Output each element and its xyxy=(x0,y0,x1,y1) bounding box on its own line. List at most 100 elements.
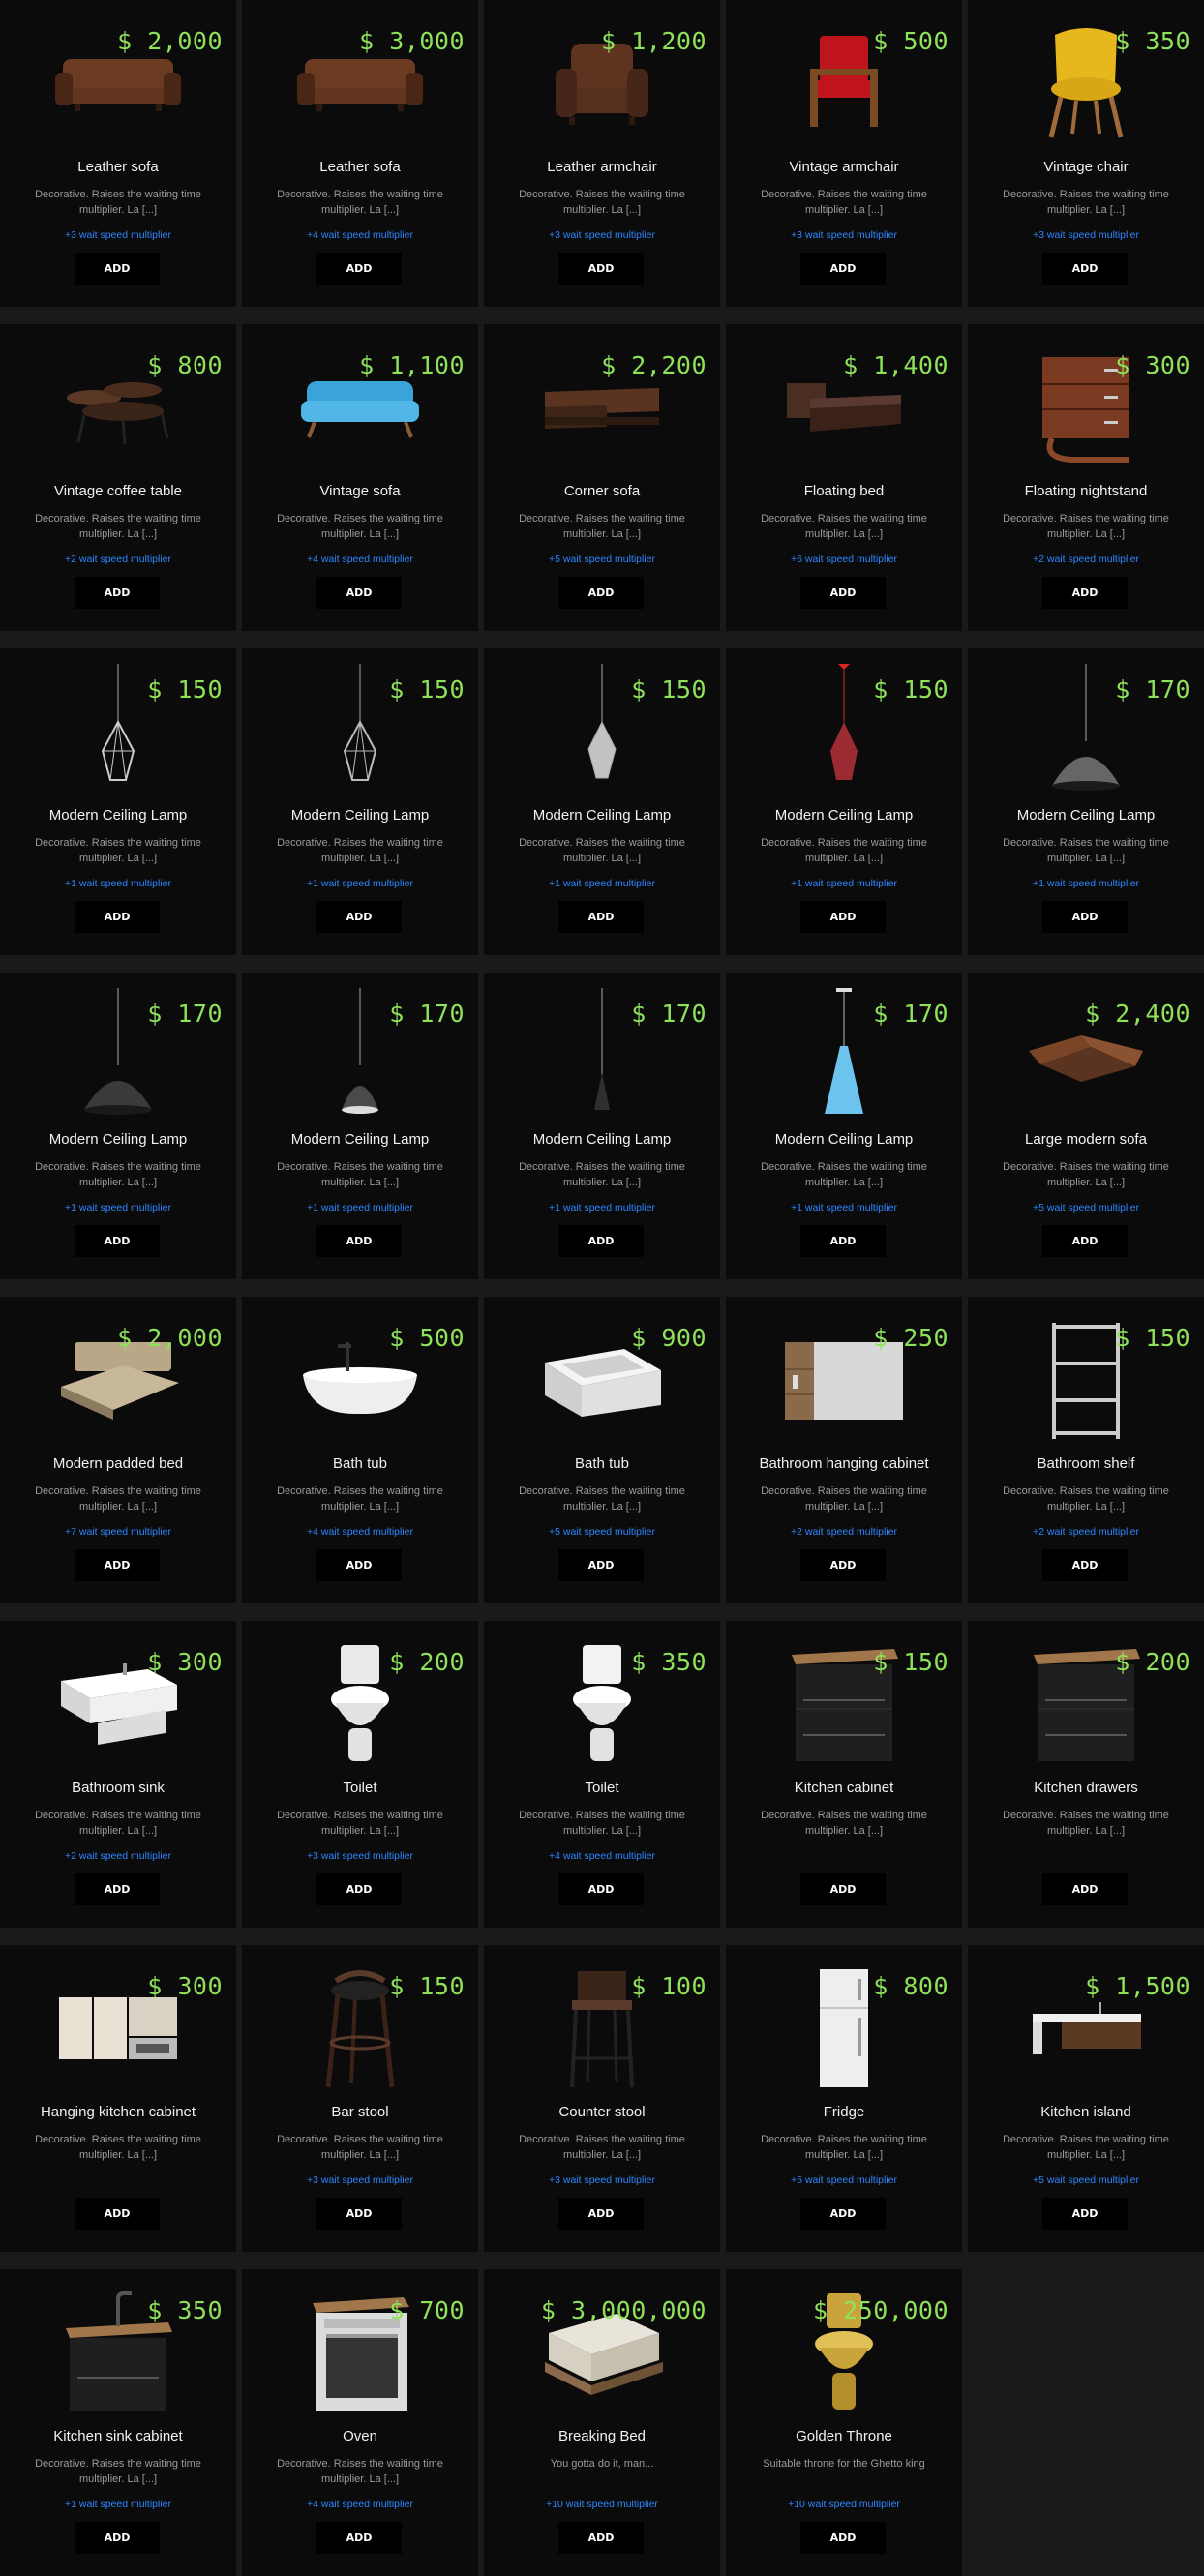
add-button[interactable]: ADD xyxy=(316,1873,402,1905)
product-multiplier: +3 wait speed multiplier xyxy=(64,229,171,241)
product-card: $ 1,500 Kitchen island Decorative. Raise… xyxy=(968,1945,1204,2252)
add-button[interactable]: ADD xyxy=(558,1225,644,1257)
add-button[interactable]: ADD xyxy=(800,253,886,285)
product-multiplier: +2 wait speed multiplier xyxy=(64,554,171,565)
product-card: $ 2,000 Modern padded bed Decorative. Ra… xyxy=(0,1297,236,1603)
product-description: Decorative. Raises the waiting time mult… xyxy=(519,1810,685,1837)
add-button[interactable]: ADD xyxy=(316,1225,402,1257)
product-name: Toilet xyxy=(343,1780,377,1796)
product-description: Decorative. Raises the waiting time mult… xyxy=(519,1161,685,1188)
add-button[interactable]: ADD xyxy=(316,1549,402,1581)
product-price: $ 150 xyxy=(389,1972,465,2000)
product-multiplier: +10 wait speed multiplier xyxy=(788,2499,900,2510)
add-button[interactable]: ADD xyxy=(558,577,644,609)
product-name: Modern Ceiling Lamp xyxy=(532,1131,672,1148)
add-button[interactable]: ADD xyxy=(316,2522,402,2554)
add-button[interactable]: ADD xyxy=(1042,577,1128,609)
product-description: Decorative. Raises the waiting time mult… xyxy=(277,189,443,216)
product-card: $ 170 Modern Ceiling Lamp Decorative. Ra… xyxy=(242,973,478,1279)
add-button[interactable]: ADD xyxy=(800,901,886,933)
product-price: $ 170 xyxy=(389,1000,465,1028)
product-price: $ 500 xyxy=(389,1324,465,1352)
add-button[interactable]: ADD xyxy=(1042,1549,1128,1581)
product-name: Floating nightstand xyxy=(1024,483,1148,499)
add-button[interactable]: ADD xyxy=(75,577,160,609)
product-price: $ 1,200 xyxy=(601,27,707,55)
product-multiplier: +4 wait speed multiplier xyxy=(306,1526,413,1538)
product-card: $ 170 Modern Ceiling Lamp Decorative. Ra… xyxy=(0,973,236,1279)
product-description: Suitable throne for the Ghetto king xyxy=(763,2458,925,2470)
product-multiplier: +4 wait speed multiplier xyxy=(306,554,413,565)
product-card: $ 2,200 Corner sofa Decorative. Raises t… xyxy=(484,324,720,631)
product-price: $ 2,000 xyxy=(117,27,223,55)
product-price: $ 150 xyxy=(1115,1324,1190,1352)
product-card: $ 170 Modern Ceiling Lamp Decorative. Ra… xyxy=(726,973,962,1279)
product-name: Bath tub xyxy=(333,1455,387,1472)
product-card: $ 800 Vintage coffee table Decorative. R… xyxy=(0,324,236,631)
add-button[interactable]: ADD xyxy=(75,2198,160,2230)
product-multiplier: +4 wait speed multiplier xyxy=(548,1850,655,1862)
add-button[interactable]: ADD xyxy=(1042,1873,1128,1905)
add-button[interactable]: ADD xyxy=(558,901,644,933)
product-card: $ 700 Oven Decorative. Raises the waitin… xyxy=(242,2269,478,2576)
product-name: Corner sofa xyxy=(563,483,641,499)
product-price: $ 200 xyxy=(1115,1648,1190,1676)
add-button[interactable]: ADD xyxy=(1042,253,1128,285)
product-multiplier: +1 wait speed multiplier xyxy=(548,1202,655,1213)
product-description: Decorative. Raises the waiting time mult… xyxy=(35,2134,201,2161)
product-description: Decorative. Raises the waiting time mult… xyxy=(35,1485,201,1513)
add-button[interactable]: ADD xyxy=(1042,2198,1128,2230)
add-button[interactable]: ADD xyxy=(75,1873,160,1905)
add-button[interactable]: ADD xyxy=(800,1549,886,1581)
add-button[interactable]: ADD xyxy=(75,1549,160,1581)
product-card: $ 900 Bath tub Decorative. Raises the wa… xyxy=(484,1297,720,1603)
product-multiplier: +5 wait speed multiplier xyxy=(1032,2174,1139,2186)
add-button[interactable]: ADD xyxy=(558,2522,644,2554)
add-button[interactable]: ADD xyxy=(316,901,402,933)
add-button[interactable]: ADD xyxy=(800,577,886,609)
add-button[interactable]: ADD xyxy=(316,2198,402,2230)
product-multiplier: +4 wait speed multiplier xyxy=(306,2499,413,2510)
product-multiplier: +10 wait speed multiplier xyxy=(546,2499,658,2510)
product-name: Kitchen sink cabinet xyxy=(53,2428,183,2444)
add-button[interactable]: ADD xyxy=(558,1873,644,1905)
product-name: Bathroom sink xyxy=(72,1780,165,1796)
add-button[interactable]: ADD xyxy=(75,253,160,285)
add-button[interactable]: ADD xyxy=(800,1225,886,1257)
product-description: Decorative. Raises the waiting time mult… xyxy=(519,2134,685,2161)
add-button[interactable]: ADD xyxy=(75,1225,160,1257)
add-button[interactable]: ADD xyxy=(316,577,402,609)
product-multiplier: +5 wait speed multiplier xyxy=(790,2174,897,2186)
product-card: $ 350 Toilet Decorative. Raises the wait… xyxy=(484,1621,720,1928)
add-button[interactable]: ADD xyxy=(316,253,402,285)
product-card: $ 800 Fridge Decorative. Raises the wait… xyxy=(726,1945,962,2252)
add-button[interactable]: ADD xyxy=(75,2522,160,2554)
product-card: $ 500 Vintage armchair Decorative. Raise… xyxy=(726,0,962,307)
add-button[interactable]: ADD xyxy=(1042,901,1128,933)
product-name: Leather sofa xyxy=(77,159,159,175)
add-button[interactable]: ADD xyxy=(800,2198,886,2230)
product-name: Modern Ceiling Lamp xyxy=(48,807,188,824)
product-card: $ 250,000 Golden Throne Suitable throne … xyxy=(726,2269,962,2576)
product-price: $ 800 xyxy=(147,351,223,379)
add-button[interactable]: ADD xyxy=(800,2522,886,2554)
add-button[interactable]: ADD xyxy=(75,901,160,933)
product-name: Modern Ceiling Lamp xyxy=(532,807,672,824)
product-multiplier: +1 wait speed multiplier xyxy=(790,878,897,889)
product-multiplier: +5 wait speed multiplier xyxy=(548,1526,655,1538)
product-card: $ 1,400 Floating bed Decorative. Raises … xyxy=(726,324,962,631)
product-description: Decorative. Raises the waiting time mult… xyxy=(35,189,201,216)
add-button[interactable]: ADD xyxy=(1042,1225,1128,1257)
product-name: Modern padded bed xyxy=(52,1455,184,1472)
product-price: $ 350 xyxy=(1115,27,1190,55)
furniture-shop-grid: $ 2,000 Leather sofa Decorative. Raises … xyxy=(0,0,1204,2576)
product-card: $ 150 Kitchen cabinet Decorative. Raises… xyxy=(726,1621,962,1928)
add-button[interactable]: ADD xyxy=(558,2198,644,2230)
product-description: Decorative. Raises the waiting time mult… xyxy=(277,2134,443,2161)
add-button[interactable]: ADD xyxy=(800,1873,886,1905)
add-button[interactable]: ADD xyxy=(558,1549,644,1581)
product-card: $ 3,000,000 Breaking Bed You gotta do it… xyxy=(484,2269,720,2576)
product-multiplier: +1 wait speed multiplier xyxy=(306,1202,413,1213)
add-button[interactable]: ADD xyxy=(558,253,644,285)
product-card: $ 150 Modern Ceiling Lamp Decorative. Ra… xyxy=(0,648,236,955)
